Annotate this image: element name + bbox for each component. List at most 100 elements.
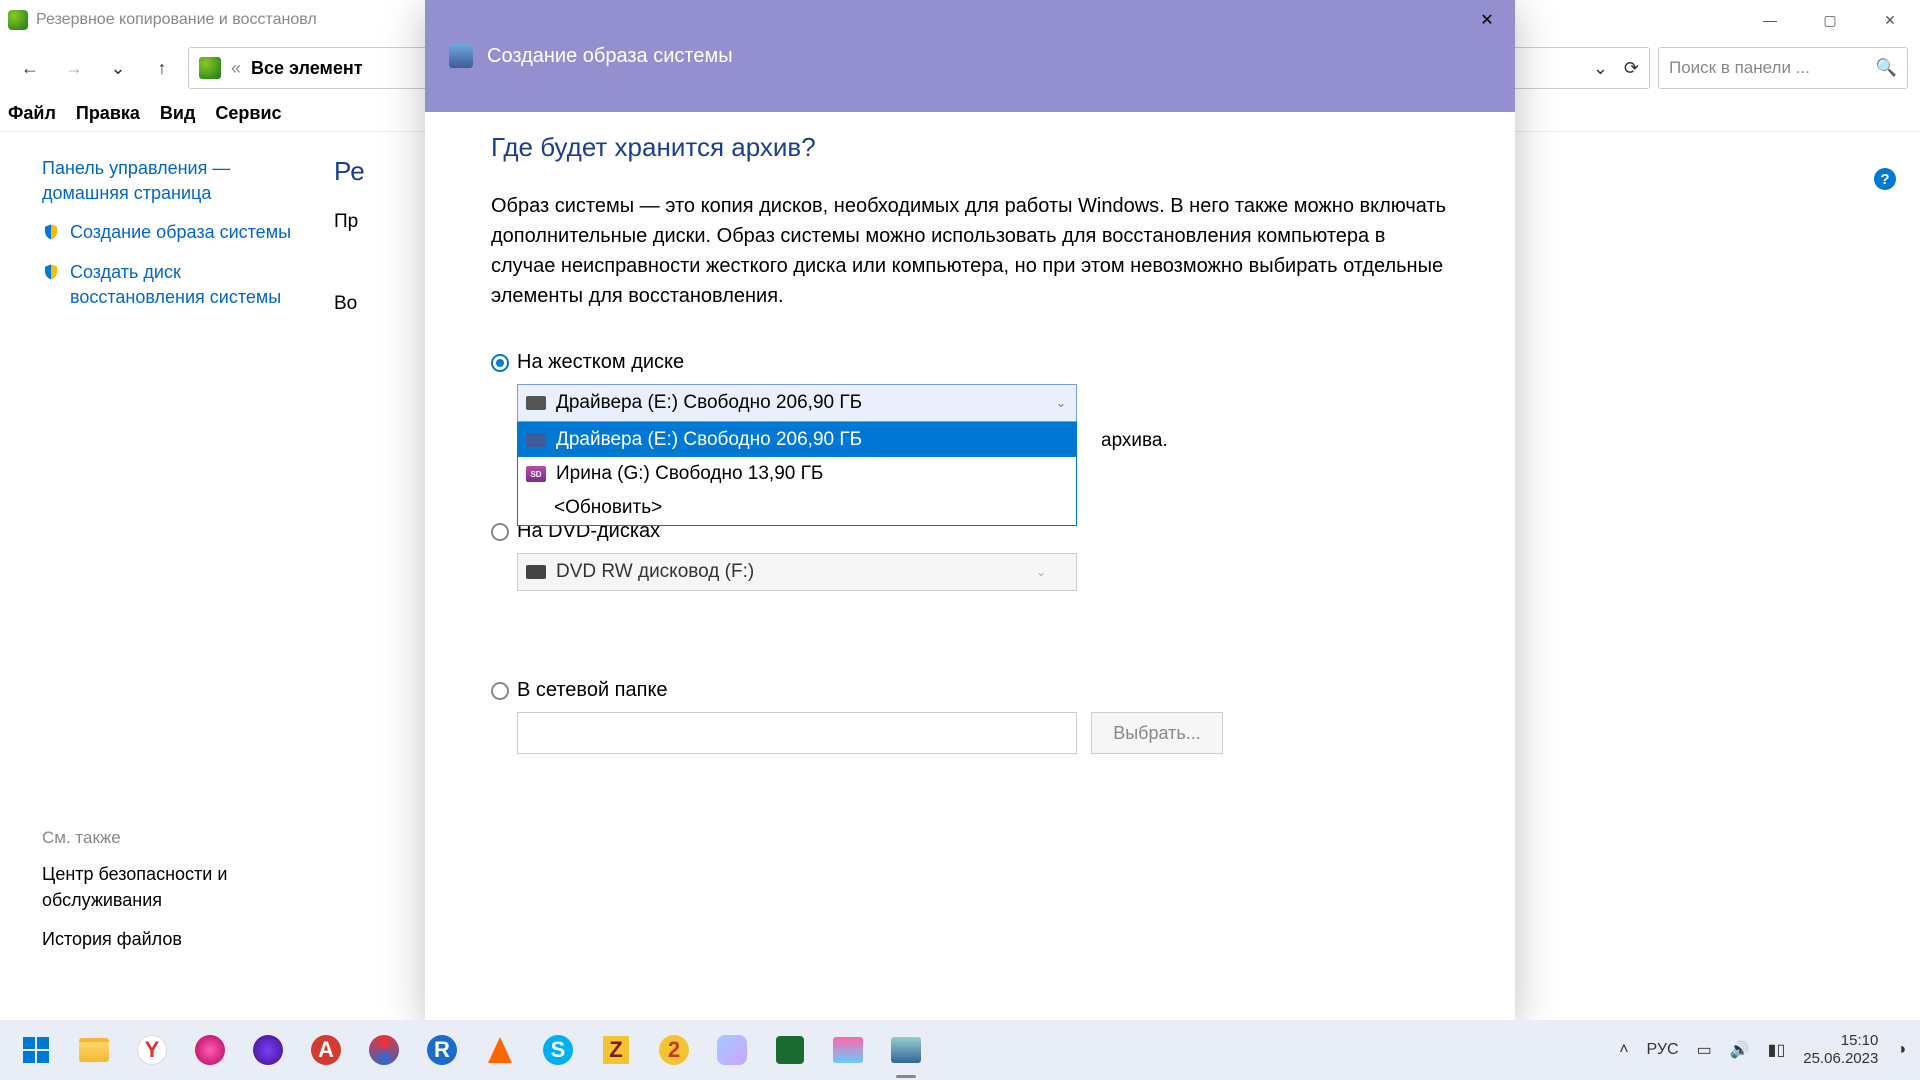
tray-battery-icon[interactable]: ▮▯	[1768, 1040, 1786, 1060]
dropdown-item-irina[interactable]: SD Ирина (G:) Свободно 13,90 ГБ	[518, 457, 1076, 491]
dialog-description: Образ системы — это копия дисков, необхо…	[491, 191, 1449, 311]
see-also-title: См. также	[42, 828, 292, 848]
choose-button[interactable]: Выбрать...	[1091, 712, 1223, 754]
search-placeholder: Поиск в панели ...	[1669, 58, 1810, 78]
radio-hdd[interactable]: На жестком диске	[491, 351, 1449, 374]
dialog-body: Где будет хранится архив? Образ системы …	[425, 112, 1515, 792]
taskbar-control-panel[interactable]	[884, 1028, 928, 1072]
window-controls: — ▢ ✕	[1740, 0, 1920, 40]
dvd-drive-icon	[526, 565, 546, 579]
tray-time: 15:10	[1803, 1032, 1878, 1050]
dropdown-item-label: Драйвера (E:) Свободно 206,90 ГБ	[556, 429, 862, 451]
disk-icon	[526, 433, 546, 447]
taskbar-app-green[interactable]	[768, 1028, 812, 1072]
taskbar-app-image[interactable]	[826, 1028, 870, 1072]
menu-service[interactable]: Сервис	[215, 103, 281, 124]
taskbar-apps: Y A R S Z 2	[14, 1028, 928, 1072]
taskbar-app-purple[interactable]	[246, 1028, 290, 1072]
close-button[interactable]: ✕	[1860, 0, 1920, 40]
taskbar-app-pastel[interactable]	[710, 1028, 754, 1072]
radio-hdd-label: На жестком диске	[517, 351, 684, 374]
disk-icon	[526, 396, 546, 410]
search-icon: 🔍	[1876, 58, 1897, 78]
dvd-combo-value: DVD RW дисковод (F:)	[556, 561, 754, 583]
search-input[interactable]: Поиск в панели ... 🔍	[1658, 47, 1908, 89]
app-icon	[8, 10, 28, 30]
minimize-button[interactable]: —	[1740, 0, 1800, 40]
hdd-dropdown-list: Драйвера (E:) Свободно 206,90 ГБ SD Ирин…	[517, 422, 1077, 526]
radio-network-label: В сетевой папке	[517, 679, 668, 702]
back-button[interactable]: ←	[12, 50, 48, 86]
dvd-combo[interactable]: DVD RW дисковод (F:) ⌄	[517, 553, 1077, 591]
shield-icon	[42, 263, 60, 281]
hdd-combo-value: Драйвера (E:) Свободно 206,90 ГБ	[556, 392, 862, 414]
dropdown-item-label: Ирина (G:) Свободно 13,90 ГБ	[556, 463, 823, 485]
dialog-titlebar: ✕ Создание образа системы	[425, 0, 1515, 112]
radio-network-indicator	[491, 682, 509, 700]
menu-edit[interactable]: Правка	[76, 103, 140, 124]
archive-hint-tail: архива.	[1101, 430, 1168, 452]
taskbar-app-z[interactable]: Z	[594, 1028, 638, 1072]
tray-language[interactable]: РУС	[1647, 1041, 1679, 1059]
sidebar-create-image[interactable]: Создание образа системы	[70, 220, 291, 245]
help-icon[interactable]: ?	[1874, 168, 1896, 190]
taskbar-ccleaner[interactable]	[362, 1028, 406, 1072]
option-hdd-group: На жестком диске Драйвера (E:) Свободно …	[491, 351, 1449, 422]
dialog-title: Создание образа системы	[487, 45, 733, 68]
dropdown-refresh[interactable]: <Обновить>	[518, 491, 1076, 525]
breadcrumb-item[interactable]: Все элемент	[251, 58, 363, 79]
tray-chat-icon[interactable]: ▭	[1697, 1040, 1712, 1060]
dialog-heading: Где будет хранится архив?	[491, 132, 1449, 163]
tray-date: 25.06.2023	[1803, 1050, 1878, 1068]
refresh-button[interactable]: ⟳	[1624, 58, 1639, 79]
menu-view[interactable]: Вид	[160, 103, 196, 124]
radio-network[interactable]: В сетевой папке	[491, 679, 1449, 702]
taskbar-app-pink[interactable]	[188, 1028, 232, 1072]
dialog-icon	[449, 44, 473, 68]
sidebar-create-recovery[interactable]: Создать диск восстановления системы	[70, 260, 292, 310]
chevron-down-icon: ⌄	[1036, 565, 1046, 579]
sidebar: Панель управления — домашняя страница Со…	[0, 132, 310, 1020]
tray-clock[interactable]: 15:10 25.06.2023	[1803, 1032, 1878, 1068]
history-dropdown[interactable]: ⌄	[100, 50, 136, 86]
chevron-down-icon: ⌄	[1056, 396, 1066, 410]
forward-button[interactable]: →	[56, 50, 92, 86]
up-button[interactable]: ↑	[144, 50, 180, 86]
sd-card-icon: SD	[526, 466, 546, 482]
taskbar-explorer[interactable]	[72, 1028, 116, 1072]
main-line-vo: Во	[334, 293, 365, 315]
hdd-combo[interactable]: Драйвера (E:) Свободно 206,90 ГБ ⌄	[517, 384, 1077, 422]
maximize-button[interactable]: ▢	[1800, 0, 1860, 40]
sidebar-home[interactable]: Панель управления — домашняя страница	[42, 156, 292, 206]
address-icon	[199, 57, 221, 79]
radio-hdd-indicator	[491, 354, 509, 372]
sidebar-file-history[interactable]: История файлов	[42, 927, 292, 952]
taskbar-app-red[interactable]: A	[304, 1028, 348, 1072]
window-title: Резервное копирование и восстановл	[36, 11, 317, 29]
taskbar-yandex[interactable]: Y	[130, 1028, 174, 1072]
menu-file[interactable]: Файл	[8, 103, 56, 124]
taskbar-vlc[interactable]	[478, 1028, 522, 1072]
network-path-input[interactable]	[517, 712, 1077, 754]
tray-chevron-up-icon[interactable]: ˄	[1619, 1041, 1628, 1059]
dropdown-item-drivera[interactable]: Драйвера (E:) Свободно 206,90 ГБ	[518, 423, 1076, 457]
taskbar-app-2[interactable]: 2	[652, 1028, 696, 1072]
start-button[interactable]	[14, 1028, 58, 1072]
sidebar-security-center[interactable]: Центр безопасности и обслуживания	[42, 862, 292, 912]
main-content: Ре Пр Во	[310, 132, 389, 1020]
dropdown-refresh-label: <Обновить>	[554, 497, 662, 519]
address-dropdown-icon[interactable]: ⌄	[1593, 58, 1608, 79]
main-line-pr: Пр	[334, 211, 365, 233]
system-image-dialog: ✕ Создание образа системы Где будет хран…	[425, 0, 1515, 1020]
breadcrumb-chevron: «	[231, 58, 241, 79]
dialog-close-button[interactable]: ✕	[1459, 0, 1515, 40]
tray-volume-icon[interactable]: 🔊	[1730, 1040, 1750, 1060]
option-network-group: В сетевой папке Выбрать...	[491, 679, 1449, 754]
taskbar-tray: ˄ РУС ▭ 🔊 ▮▯ 15:10 25.06.2023 ◑	[1619, 1032, 1906, 1068]
taskbar-app-r[interactable]: R	[420, 1028, 464, 1072]
page-heading-cut: Ре	[334, 156, 365, 187]
taskbar-skype[interactable]: S	[536, 1028, 580, 1072]
option-dvd-group: На DVD-дисках DVD RW дисковод (F:) ⌄	[491, 520, 1449, 591]
tray-notifications-icon[interactable]: ◑	[1896, 1041, 1906, 1059]
taskbar: Y A R S Z 2 ˄ РУС ▭ 🔊 ▮▯ 15:10 25.06.202…	[0, 1020, 1920, 1080]
